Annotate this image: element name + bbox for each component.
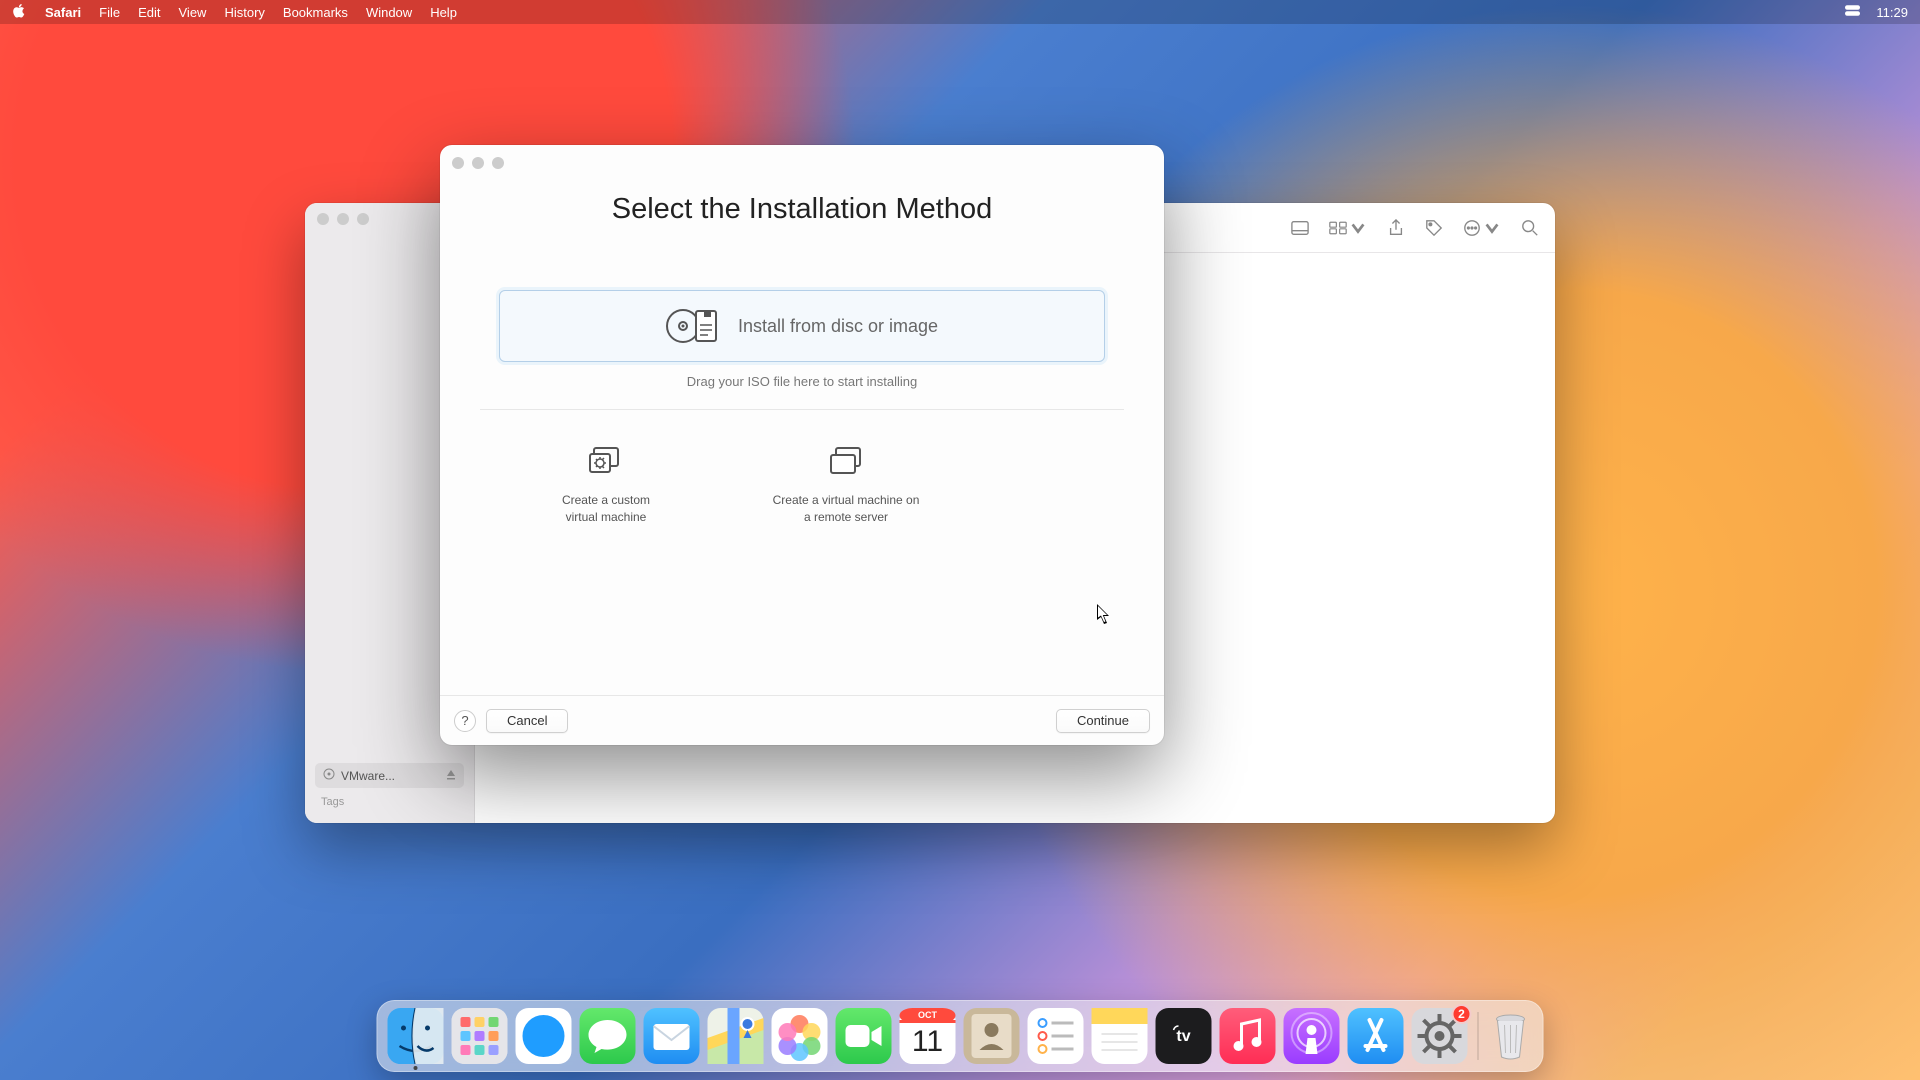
toolbar-view-icon[interactable] [1291, 219, 1309, 237]
svg-text:tv: tv [1176, 1028, 1190, 1045]
sidebar-item-label: VMware... [341, 769, 395, 783]
menu-file[interactable]: File [99, 5, 120, 20]
dock-finder[interactable] [388, 1008, 444, 1064]
dock-trash[interactable] [1489, 1010, 1533, 1062]
install-hint: Drag your ISO file here to start install… [472, 374, 1132, 389]
settings-badge: 2 [1452, 1004, 1472, 1024]
menu-edit[interactable]: Edit [138, 5, 160, 20]
custom-vm-icon [516, 442, 696, 482]
create-custom-vm-button[interactable]: Create a custom virtual machine [516, 442, 696, 526]
option-label: virtual machine [566, 510, 647, 524]
menu-app-name[interactable]: Safari [45, 5, 81, 20]
dock-messages[interactable] [580, 1008, 636, 1064]
calendar-day-label: 11 [900, 1025, 956, 1059]
toolbar-group-icon[interactable] [1329, 219, 1367, 237]
menu-window[interactable]: Window [366, 5, 412, 20]
close-button[interactable] [317, 213, 329, 225]
minimize-button[interactable] [337, 213, 349, 225]
cancel-button[interactable]: Cancel [486, 709, 568, 733]
dock-podcasts[interactable] [1284, 1008, 1340, 1064]
create-remote-vm-button[interactable]: Create a virtual machine on a remote ser… [756, 442, 936, 526]
dialog-title: Select the Installation Method [440, 181, 1164, 230]
dock-mail[interactable] [644, 1008, 700, 1064]
option-label: Create a virtual machine on [773, 493, 920, 507]
sidebar-item-vmware[interactable]: VMware... [315, 763, 464, 788]
close-button[interactable] [452, 157, 464, 169]
toolbar-search-icon[interactable] [1521, 219, 1539, 237]
calendar-month-label: OCT [900, 1010, 956, 1020]
menu-clock[interactable]: 11:29 [1876, 5, 1908, 20]
install-from-disc-button[interactable]: Install from disc or image [499, 290, 1105, 362]
install-method-dialog: Select the Installation Method Insta [440, 145, 1164, 745]
menu-history[interactable]: History [224, 5, 264, 20]
apple-menu-icon[interactable] [12, 3, 27, 21]
menu-bookmarks[interactable]: Bookmarks [283, 5, 348, 20]
dock-photos[interactable] [772, 1008, 828, 1064]
dock-launchpad[interactable] [452, 1008, 508, 1064]
dock-tv[interactable]: tv [1156, 1008, 1212, 1064]
eject-icon[interactable] [446, 769, 456, 783]
dialog-titlebar[interactable] [440, 145, 1164, 181]
remote-vm-icon [756, 442, 936, 482]
menu-bar: Safari File Edit View History Bookmarks … [0, 0, 1920, 24]
toolbar-tag-icon[interactable] [1425, 219, 1443, 237]
option-label: Create a custom [562, 493, 650, 507]
desktop: Safari File Edit View History Bookmarks … [0, 0, 1920, 1080]
minimize-button[interactable] [472, 157, 484, 169]
continue-button[interactable]: Continue [1056, 709, 1150, 733]
menu-help[interactable]: Help [430, 5, 457, 20]
disc-image-icon [666, 305, 720, 347]
zoom-button[interactable] [492, 157, 504, 169]
dock-safari[interactable] [516, 1008, 572, 1064]
dock-system-preferences[interactable]: 2 [1412, 1008, 1468, 1064]
disk-icon [323, 768, 335, 783]
sidebar-tags-label: Tags [321, 796, 464, 808]
dock-notes[interactable] [1092, 1008, 1148, 1064]
dock-facetime[interactable] [836, 1008, 892, 1064]
install-from-disc-label: Install from disc or image [738, 316, 938, 337]
help-button[interactable]: ? [454, 710, 476, 732]
dock-reminders[interactable] [1028, 1008, 1084, 1064]
option-label: a remote server [804, 510, 888, 524]
dock: OCT 11 tv 2 [377, 1000, 1544, 1072]
toolbar-share-icon[interactable] [1387, 219, 1405, 237]
dock-music[interactable] [1220, 1008, 1276, 1064]
dock-separator [1478, 1012, 1479, 1060]
finder-traffic-lights[interactable] [317, 213, 369, 225]
dock-appstore[interactable] [1348, 1008, 1404, 1064]
dock-contacts[interactable] [964, 1008, 1020, 1064]
dock-calendar[interactable]: OCT 11 [900, 1008, 956, 1064]
menu-view[interactable]: View [179, 5, 207, 20]
control-center-icon[interactable] [1845, 3, 1860, 21]
zoom-button[interactable] [357, 213, 369, 225]
toolbar-action-icon[interactable] [1463, 219, 1501, 237]
dock-maps[interactable] [708, 1008, 764, 1064]
